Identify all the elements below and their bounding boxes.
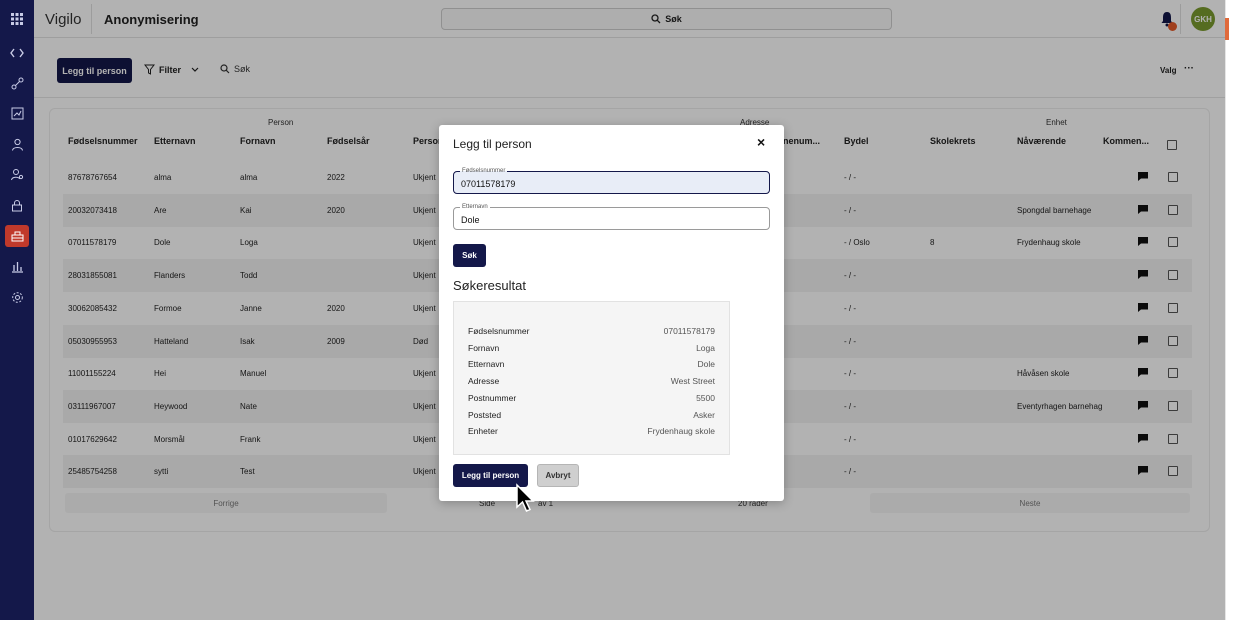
dialog-title: Legg til person <box>453 137 532 151</box>
result-key: Fødselsnummer <box>468 326 530 336</box>
results-title: Søkeresultat <box>453 278 526 293</box>
lock-icon[interactable] <box>7 195 27 215</box>
route-icon[interactable] <box>7 73 27 93</box>
report-icon[interactable] <box>7 103 27 123</box>
result-row: Fornavn Loga <box>468 343 715 357</box>
result-row: Enheter Frydenhaug skole <box>468 426 715 440</box>
result-key: Postnummer <box>468 392 517 403</box>
result-key: Enheter <box>468 426 498 437</box>
result-row: Fødselsnummer 07011578179 <box>468 326 715 340</box>
person-icon[interactable] <box>7 134 27 154</box>
code-icon[interactable] <box>7 43 27 63</box>
bar-chart-icon[interactable] <box>7 256 27 276</box>
result-row: Etternavn Dole <box>468 359 715 373</box>
lastname-field[interactable]: Etternavn <box>453 203 770 230</box>
search-button[interactable]: Søk <box>453 244 486 267</box>
result-row: Postnummer 5500 <box>468 393 715 407</box>
fnr-input[interactable] <box>461 179 761 189</box>
result-key: Poststed <box>468 409 502 420</box>
result-value: Asker <box>693 409 715 420</box>
result-value: 5500 <box>696 392 715 403</box>
result-value: Loga <box>696 342 715 353</box>
right-edge-panel <box>1225 0 1252 620</box>
fnr-field-label: Fødselsnummer <box>460 167 508 175</box>
search-result-card[interactable]: Fødselsnummer 07011578179 Fornavn Loga Etter… <box>453 301 730 455</box>
person-search-icon[interactable] <box>7 164 27 184</box>
close-icon[interactable]: × <box>757 134 765 150</box>
result-key: Fornavn <box>468 342 500 353</box>
cancel-button[interactable]: Avbryt <box>537 464 579 487</box>
result-value: Dole <box>697 359 715 370</box>
add-person-dialog: Legg til person × Fødselsnummer Etternav… <box>439 125 784 501</box>
apps-icon[interactable] <box>7 9 27 29</box>
result-value: West Street <box>670 376 715 387</box>
result-key: Adresse <box>468 376 500 387</box>
lastname-input[interactable] <box>461 215 761 225</box>
left-nav-rail <box>0 0 34 620</box>
result-value: 07011578179 <box>663 326 715 336</box>
lastname-field-label: Etternavn <box>460 203 490 211</box>
gear-icon[interactable] <box>7 287 27 307</box>
result-row: Poststed Asker <box>468 410 715 424</box>
anonymize-icon[interactable] <box>5 225 29 247</box>
result-value: Frydenhaug skole <box>647 426 715 437</box>
right-edge-accent <box>1225 18 1229 40</box>
fnr-field[interactable]: Fødselsnummer <box>453 167 770 194</box>
result-key: Etternavn <box>468 359 505 370</box>
result-row: Adresse West Street <box>468 376 715 390</box>
mouse-cursor-icon <box>516 483 535 512</box>
